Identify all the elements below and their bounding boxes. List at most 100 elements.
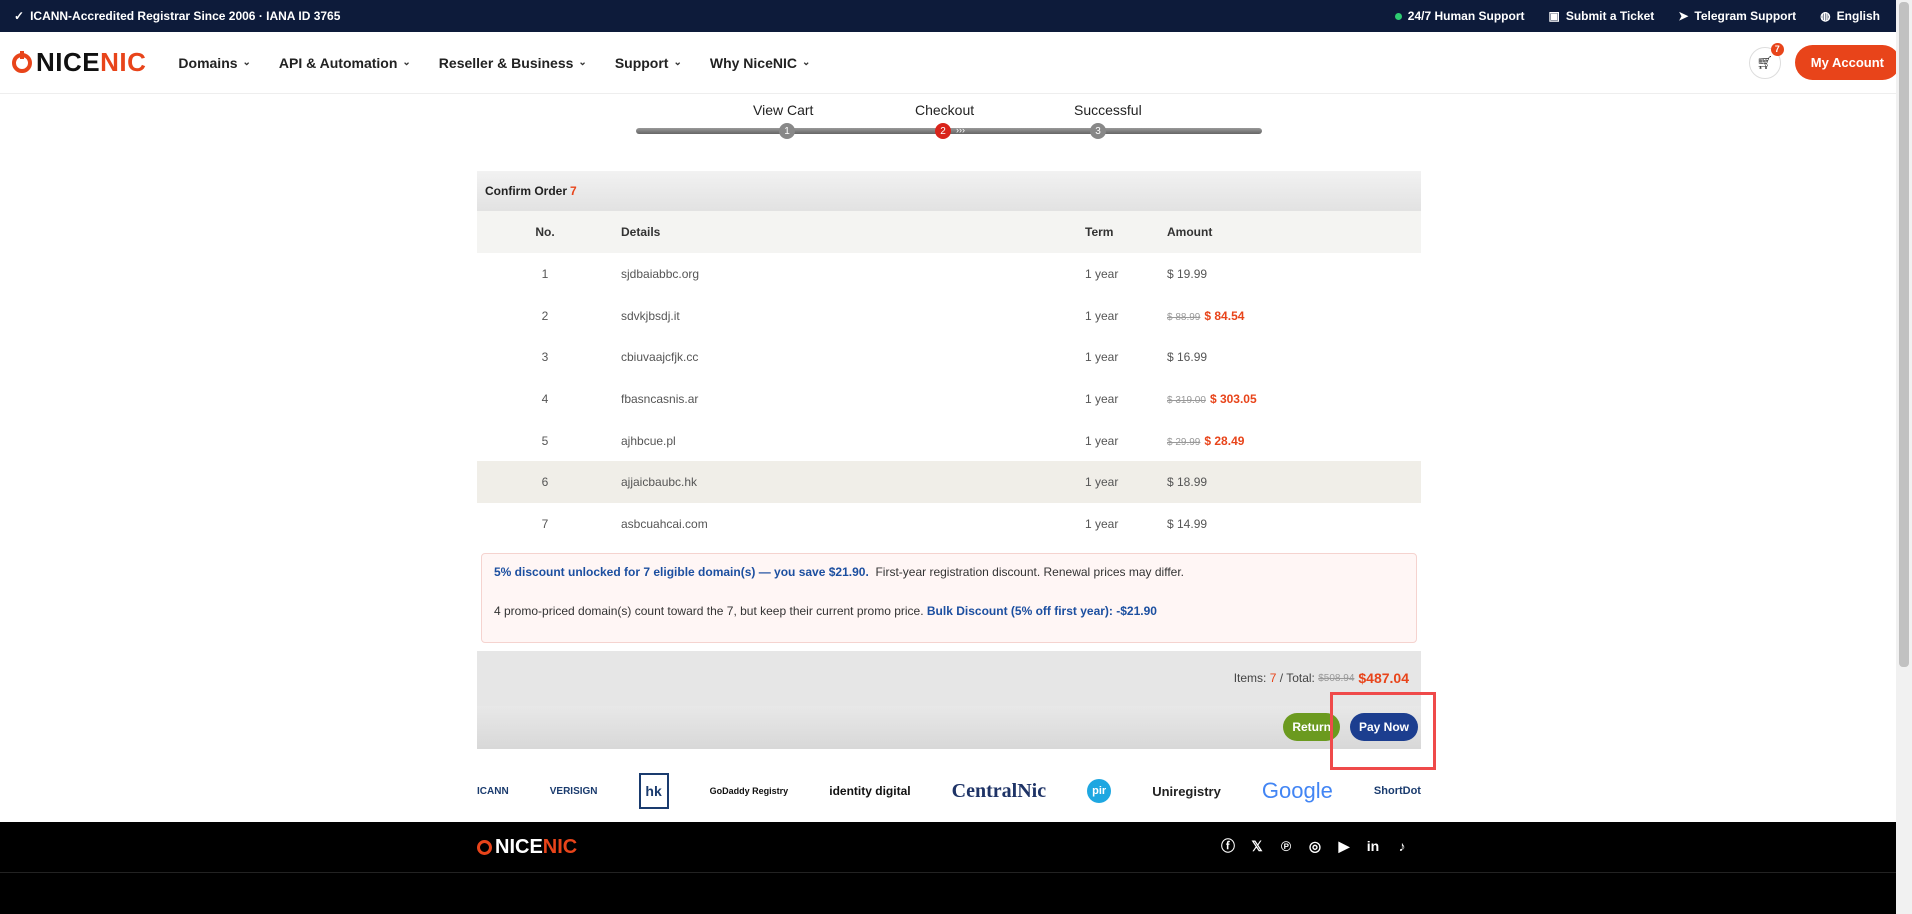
promo-price: $ 28.49 bbox=[1204, 433, 1245, 448]
cart-button[interactable]: 🛒︎ 7 bbox=[1748, 42, 1784, 79]
total-label: / Total: bbox=[1279, 671, 1315, 686]
row-amount: $ 88.99 $ 84.54 bbox=[1167, 309, 1421, 323]
logo-text-nice: NICE bbox=[36, 47, 101, 77]
linkedin-icon[interactable]: in bbox=[1363, 836, 1383, 856]
table-header: No. Details Term Amount bbox=[477, 211, 1421, 253]
table-row: 2 sdvkjbsdj.it 1 year $ 88.99 $ 84.54 bbox=[477, 295, 1421, 337]
nav-reseller-business[interactable]: Reseller & Business ⌄ bbox=[439, 55, 587, 71]
row-term: 1 year bbox=[1085, 475, 1119, 490]
online-dot-icon bbox=[1394, 12, 1402, 20]
page-scrollbar[interactable] bbox=[1896, 0, 1912, 914]
chevron-down-icon: ⌄ bbox=[402, 57, 411, 68]
order-actions: Return Pay Now bbox=[477, 705, 1421, 749]
x-icon[interactable]: 𝕏 bbox=[1247, 836, 1267, 856]
footer-logo[interactable]: NICE NIC bbox=[477, 836, 577, 859]
original-price: $ 29.99 bbox=[1167, 436, 1201, 448]
price: $ 18.99 bbox=[1167, 475, 1208, 490]
progress-arrows-icon: ››› bbox=[956, 125, 965, 135]
support-label: 24/7 Human Support bbox=[1407, 9, 1525, 23]
chevron-down-icon: ⌄ bbox=[578, 57, 587, 68]
scrollbar-thumb[interactable] bbox=[1899, 2, 1909, 667]
row-number: 4 bbox=[541, 391, 549, 406]
row-amount: $ 319.00 $ 303.05 bbox=[1167, 392, 1421, 406]
nav-label: Domains bbox=[178, 54, 238, 71]
youtube-icon[interactable]: ▶ bbox=[1334, 836, 1354, 856]
row-term: 1 year bbox=[1085, 308, 1119, 323]
ticket-icon: ▣ bbox=[1548, 9, 1560, 23]
row-domain: ajjaicbaubc.hk bbox=[621, 475, 698, 490]
chevron-down-icon: ⌄ bbox=[673, 57, 682, 68]
table-row: 5 ajhbcue.pl 1 year $ 29.99 $ 28.49 bbox=[477, 420, 1421, 462]
column-amount: Amount bbox=[1167, 225, 1213, 239]
row-term: 1 year bbox=[1085, 391, 1119, 406]
row-term: 1 year bbox=[1085, 433, 1119, 448]
row-amount: $ 14.99 bbox=[1167, 517, 1421, 531]
accreditation-notice: ✓ ICANN-Accredited Registrar Since 2006 … bbox=[14, 9, 340, 23]
partner-pir-logo: pir bbox=[1087, 779, 1112, 803]
support-link[interactable]: 24/7 Human Support bbox=[1394, 9, 1525, 23]
step-3-marker: 3 bbox=[1090, 123, 1106, 139]
checkout-progress: View Cart Checkout Successful 1 2 ››› 3 bbox=[636, 94, 1262, 144]
tiktok-icon[interactable]: ♪ bbox=[1392, 836, 1412, 856]
table-row: 3 cbiuvaajcfjk.cc 1 year $ 16.99 bbox=[477, 336, 1421, 378]
nav-why-nicenic[interactable]: Why NiceNIC ⌄ bbox=[710, 55, 811, 71]
my-account-button[interactable]: My Account bbox=[1794, 45, 1900, 80]
partner-identity-digital-logo: identity digital bbox=[829, 784, 911, 798]
telegram-support-link[interactable]: ➤ Telegram Support bbox=[1678, 9, 1796, 23]
submit-ticket-link[interactable]: ▣ Submit a Ticket bbox=[1548, 9, 1654, 23]
pinterest-icon[interactable]: ℗ bbox=[1276, 836, 1296, 856]
chevron-down-icon: ⌄ bbox=[242, 57, 251, 68]
nav-domains[interactable]: Domains ⌄ bbox=[178, 55, 251, 71]
language-label: English bbox=[1836, 9, 1880, 23]
instagram-icon[interactable]: ◎ bbox=[1305, 836, 1325, 856]
nav-label: API & Automation bbox=[278, 54, 398, 71]
promo-note: 4 promo-priced domain(s) count toward th… bbox=[494, 603, 924, 618]
discount-headline: 5% discount unlocked for 7 eligible doma… bbox=[494, 564, 869, 579]
logo-power-icon bbox=[12, 50, 32, 73]
column-no: No. bbox=[535, 225, 555, 239]
row-domain: sdvkjbsdj.it bbox=[621, 308, 680, 323]
original-price: $ 319.00 bbox=[1167, 394, 1206, 406]
table-row: 6 ajjaicbaubc.hk 1 year $ 18.99 bbox=[477, 461, 1421, 504]
table-row: 4 fbasncasnis.ar 1 year $ 319.00 $ 303.05 bbox=[477, 378, 1421, 420]
items-count: 7 bbox=[1269, 671, 1277, 686]
row-amount: $ 18.99 bbox=[1167, 475, 1421, 489]
column-term: Term bbox=[1085, 225, 1114, 239]
registry-partners: ICANN VERISIGN hk GoDaddy Registry ident… bbox=[477, 766, 1421, 816]
order-title: Confirm Order 7 bbox=[477, 171, 1421, 211]
nav-api-automation[interactable]: API & Automation ⌄ bbox=[279, 55, 411, 71]
top-bar: ✓ ICANN-Accredited Registrar Since 2006 … bbox=[0, 0, 1912, 32]
globe-icon: ◍ bbox=[1820, 9, 1831, 23]
table-row: 1 sjdbaiabbc.org 1 year $ 19.99 bbox=[477, 253, 1421, 295]
order-totals: Items: 7 / Total: $508.94 $487.04 bbox=[477, 650, 1421, 706]
cart-icon: 🛒︎ bbox=[1756, 54, 1774, 70]
nicenic-logo[interactable]: NICE NIC bbox=[12, 47, 146, 78]
total-price: $487.04 bbox=[1358, 670, 1409, 687]
partner-shortdot-logo: ShortDot bbox=[1373, 785, 1421, 797]
facebook-icon[interactable]: ⓕ bbox=[1218, 836, 1238, 856]
partner-godaddy-registry-logo: GoDaddy Registry bbox=[709, 786, 789, 796]
partner-verisign-logo: VERISIGN bbox=[549, 785, 598, 797]
promo-price: $ 84.54 bbox=[1204, 308, 1245, 323]
total-original-price: $508.94 bbox=[1318, 672, 1355, 684]
telegram-label: Telegram Support bbox=[1694, 9, 1797, 23]
footer-logo-nice: NICE bbox=[495, 836, 543, 858]
main-nav: Domains ⌄ API & Automation ⌄ Reseller & Bu… bbox=[178, 55, 810, 71]
original-price: $ 88.99 bbox=[1167, 311, 1201, 323]
telegram-icon: ➤ bbox=[1678, 9, 1689, 23]
price: $ 16.99 bbox=[1167, 350, 1208, 365]
row-number: 5 bbox=[541, 433, 549, 448]
row-number: 1 bbox=[541, 266, 549, 281]
row-domain: ajhbcue.pl bbox=[621, 433, 676, 448]
items-label: Items: bbox=[1233, 671, 1267, 686]
nav-support[interactable]: Support ⌄ bbox=[615, 55, 682, 71]
row-term: 1 year bbox=[1085, 350, 1119, 365]
price: $ 19.99 bbox=[1167, 266, 1208, 281]
row-number: 2 bbox=[541, 308, 549, 323]
discount-notice: 5% discount unlocked for 7 eligible doma… bbox=[481, 552, 1417, 643]
step-label-view-cart: View Cart bbox=[753, 102, 814, 118]
discount-note: First-year registration discount. Renewa… bbox=[875, 564, 1185, 579]
language-selector[interactable]: ◍ English bbox=[1820, 9, 1880, 23]
price: $ 14.99 bbox=[1167, 516, 1208, 531]
order-count: 7 bbox=[570, 184, 577, 198]
